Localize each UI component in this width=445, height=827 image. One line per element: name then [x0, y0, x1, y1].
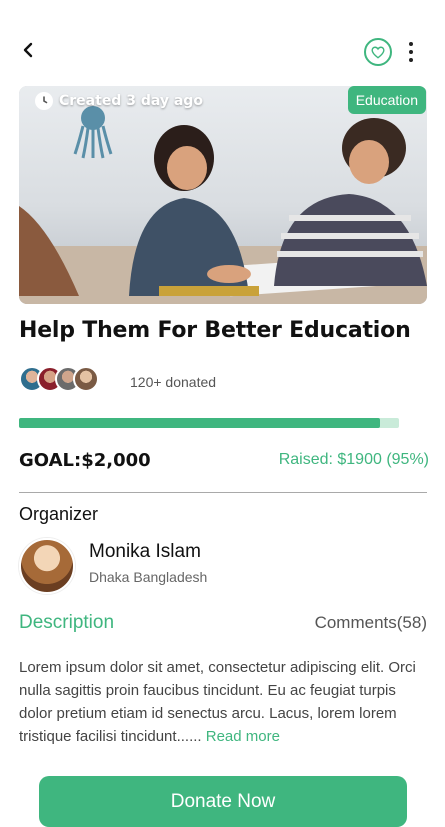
clock-icon	[35, 92, 53, 110]
more-vertical-icon	[409, 42, 413, 62]
campaign-title: Help Them For Better Education	[19, 318, 411, 343]
organizer-avatar[interactable]	[19, 538, 75, 594]
organizer-name[interactable]: Monika Islam	[89, 541, 201, 563]
donated-count: 120+ donated	[130, 374, 217, 390]
donor-avatar	[73, 366, 99, 392]
funding-progress-fill	[19, 418, 380, 428]
description-text: Lorem ipsum dolor sit amet, consectetur …	[19, 656, 419, 748]
campaign-image: Created 3 day ago Education	[19, 86, 427, 304]
created-text: Created 3 day ago	[59, 93, 203, 109]
back-button[interactable]	[14, 36, 42, 64]
read-more-link[interactable]: Read more	[206, 728, 280, 745]
tab-description[interactable]: Description	[19, 612, 114, 634]
category-badge: Education	[347, 86, 426, 114]
created-badge: Created 3 day ago	[35, 92, 203, 110]
chevron-left-icon	[23, 42, 33, 58]
goal-amount: GOAL:$2,000	[19, 450, 151, 471]
heart-icon	[371, 46, 385, 59]
donate-now-button[interactable]: Donate Now	[39, 776, 407, 827]
tab-comments[interactable]: Comments(58)	[315, 613, 427, 633]
divider	[19, 492, 427, 493]
organizer-heading: Organizer	[19, 504, 99, 524]
raised-amount: Raised: $1900 (95%)	[278, 451, 429, 468]
organizer-location: Dhaka Bangladesh	[89, 569, 208, 585]
donor-avatars[interactable]	[19, 366, 99, 392]
favorite-button[interactable]	[364, 38, 392, 66]
children-drawing-illustration	[19, 118, 427, 304]
more-options-button[interactable]	[404, 38, 418, 66]
funding-progress-bar	[19, 418, 399, 428]
